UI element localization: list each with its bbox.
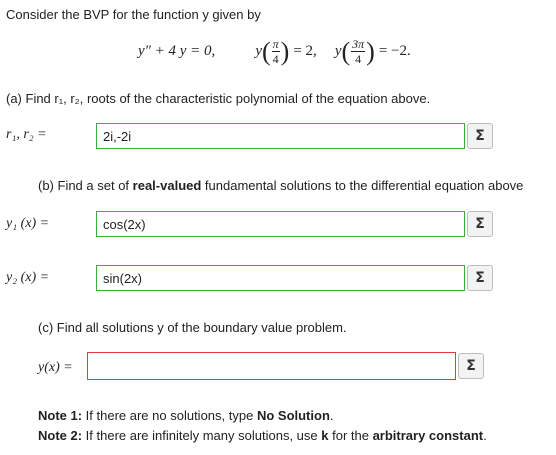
part-a-label: r₁, r₂ =	[6, 127, 47, 142]
bc2-num: 3π	[351, 37, 366, 52]
roots-input[interactable]: 2i,-2i	[96, 123, 465, 149]
note-1-bold: No Solution	[256, 408, 330, 423]
note-2: Note 2: If there are infinitely many sol…	[38, 428, 487, 443]
bc1-lhs: y	[255, 43, 262, 59]
bc1-num: π	[271, 37, 280, 52]
y1-sigma-button[interactable]: Σ	[467, 211, 493, 237]
part-b-prompt: (b) Find a set of real-valued fundamenta…	[38, 178, 523, 193]
equation: y″ + 4 y = 0, y ( π4 ) = 2, y ( 3π 4 ) = …	[138, 36, 411, 66]
y2-input[interactable]: sin(2x)	[96, 265, 465, 291]
roots-sigma-button[interactable]: Σ	[467, 123, 493, 149]
part-b-prompt-bold: real-valued	[132, 178, 202, 193]
bc1-rhs: = 2,	[293, 43, 317, 59]
note-1-post: .	[329, 408, 334, 423]
y-solution-label: y(x) =	[38, 360, 73, 375]
intro-text: Consider the BVP for the function y give…	[6, 7, 261, 22]
y1-label: y₁ (x) =	[6, 216, 50, 231]
y1-input[interactable]: cos(2x)	[96, 211, 465, 237]
note-1: Note 1: If there are no solutions, type …	[38, 408, 334, 423]
bc1-den: 4	[272, 52, 279, 66]
note-1-label: Note 1:	[38, 408, 83, 423]
part-b-prompt-post: fundamental solutions to the differentia…	[201, 178, 524, 193]
solution-input[interactable]	[87, 352, 456, 380]
y2-sigma-button[interactable]: Σ	[467, 265, 493, 291]
bc2-den: 4	[355, 52, 362, 66]
solution-sigma-button[interactable]: Σ	[458, 353, 484, 379]
part-b-prompt-pre: (b) Find a set of	[38, 178, 133, 193]
y2-label: y₂ (x) =	[6, 270, 50, 285]
part-a-prompt: (a) Find r₁, r₂, roots of the characteri…	[6, 91, 431, 106]
bc2-lhs: y	[334, 43, 342, 59]
note-2-pre: If there are infinitely many solutions, …	[82, 428, 322, 443]
ode: y″ + 4 y = 0,	[138, 43, 216, 59]
bc2-rhs: = −2.	[378, 43, 411, 59]
note-1-pre: If there are no solutions, type	[82, 408, 257, 423]
note-2-post: .	[483, 428, 487, 443]
note-2-mid: for the	[328, 428, 373, 443]
note-2-bold2: arbitrary constant	[372, 428, 484, 443]
note-2-label: Note 2:	[38, 428, 83, 443]
part-c-prompt: (c) Find all solutions y of the boundary…	[38, 320, 347, 335]
